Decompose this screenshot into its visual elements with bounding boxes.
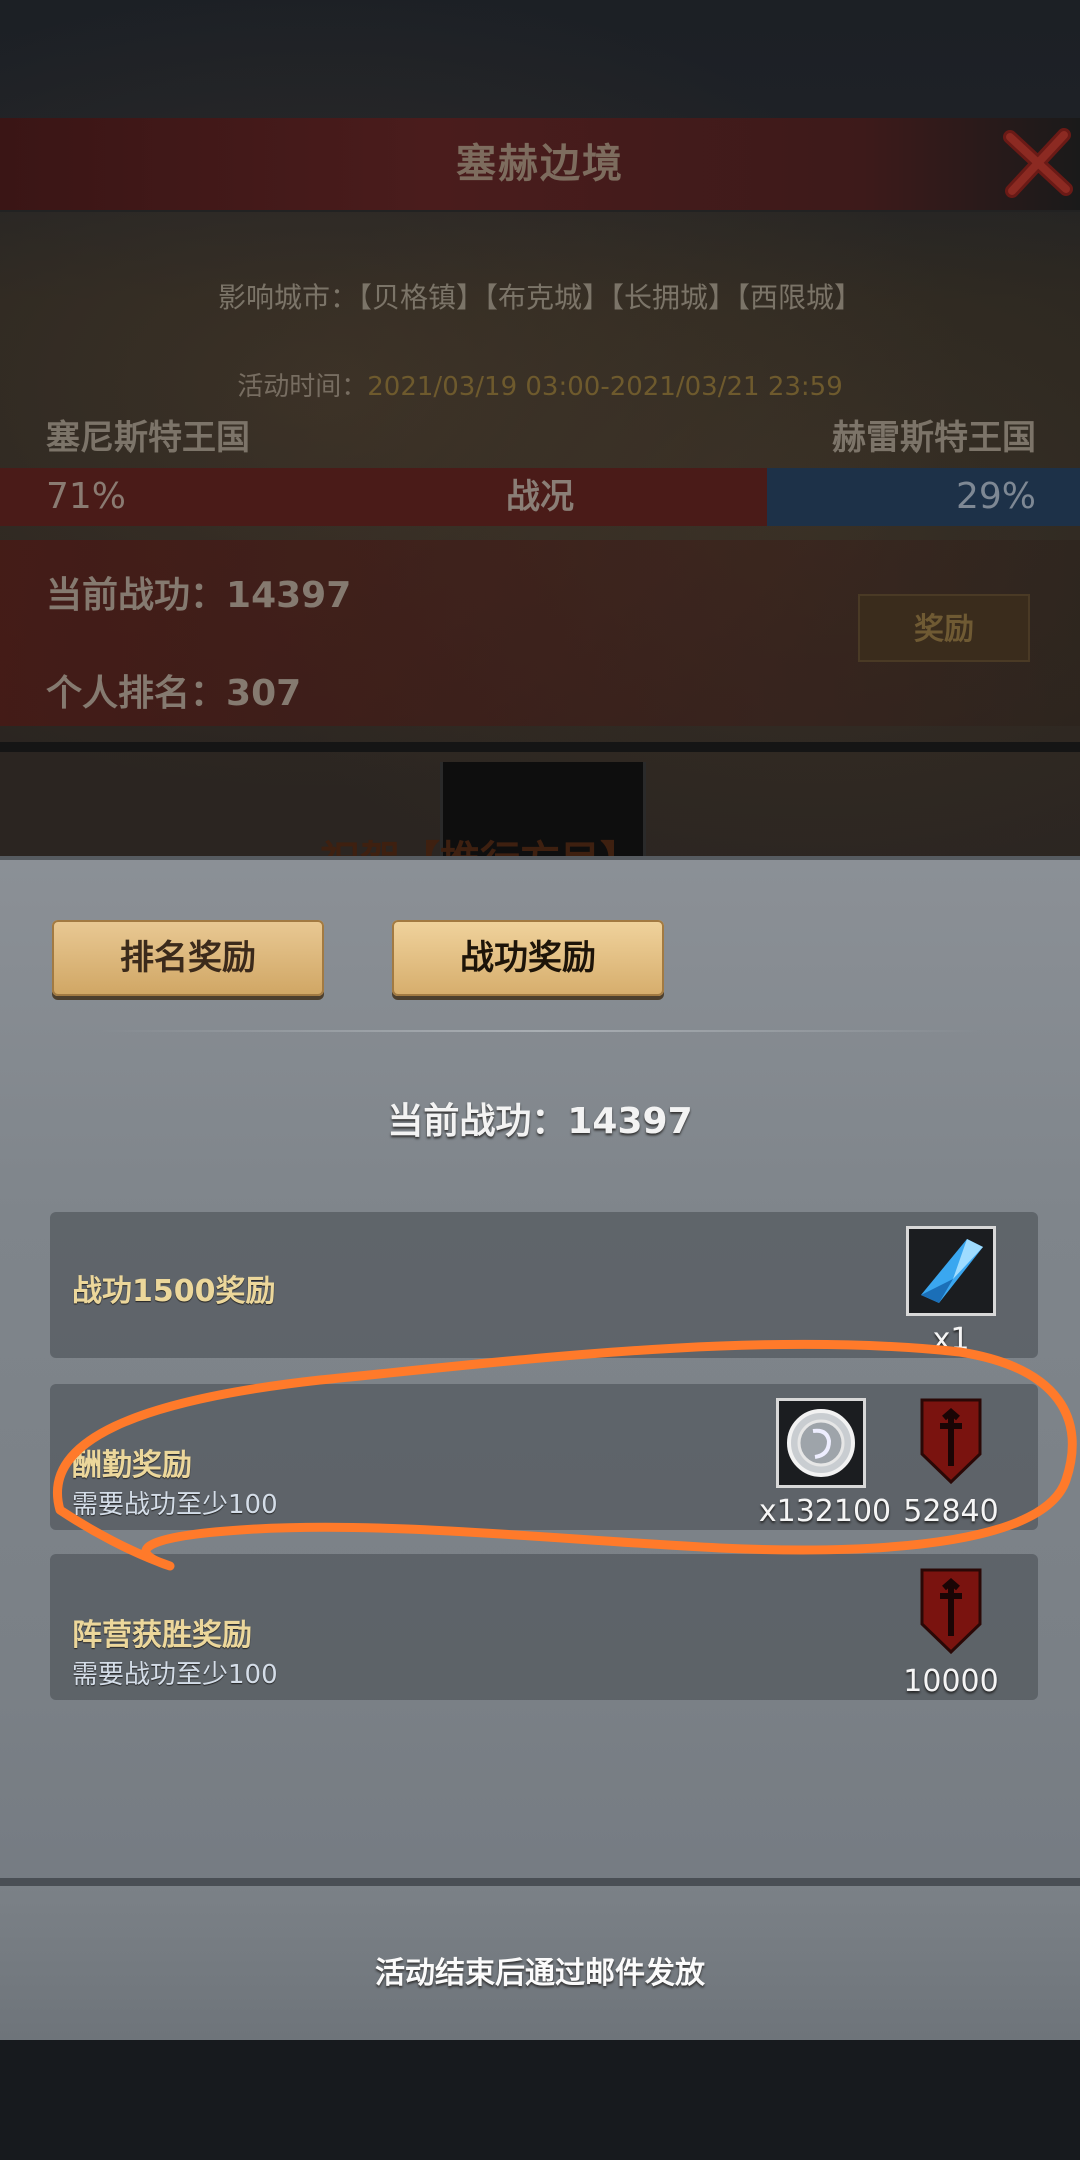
affected-cities: 影响城市：【贝格镇】【布克城】【长拥城】【西限城】 — [0, 276, 1080, 316]
reward-title: 阵营获胜奖励 — [72, 1618, 252, 1653]
tab-rank-rewards[interactable]: 排名奖励 — [52, 920, 324, 996]
reward-row: 战功1500奖励 x1 — [50, 1212, 1038, 1358]
divider — [0, 742, 1080, 752]
rank-label: 个人排名： — [46, 673, 227, 714]
reward-requirement: 需要战功至少100 — [72, 1660, 278, 1690]
page-title: 塞赫边境 — [456, 141, 624, 187]
current-merit-bg: 当前战功：14397 — [46, 566, 351, 618]
footer-divider — [0, 1878, 1080, 1886]
cities-label: 影响城市： — [217, 281, 358, 314]
reward-button[interactable]: 奖励 — [858, 594, 1030, 662]
reward-row: 阵营获胜奖励 需要战功至少100 10000 — [50, 1554, 1038, 1700]
item-qty: 52840 — [903, 1494, 999, 1529]
footer-note: 活动结束后通过邮件发放 — [375, 1956, 705, 1991]
item-qty: 10000 — [903, 1664, 999, 1699]
item-qty: x1 — [932, 1322, 970, 1357]
reward-title: 战功1500奖励 — [72, 1274, 276, 1309]
red-shield-icon[interactable] — [916, 1566, 986, 1656]
merit-value: 14397 — [226, 575, 352, 616]
personal-rank: 个人排名：307 — [46, 664, 301, 716]
current-merit: 当前战功：14397 — [387, 1101, 693, 1142]
merit-label: 当前战功： — [46, 575, 227, 616]
blue-crystal-icon[interactable] — [906, 1226, 996, 1316]
reward-row: 酬勤奖励 需要战功至少100 x132100 52840 — [50, 1384, 1038, 1530]
reward-title: 酬勤奖励 — [72, 1448, 192, 1483]
close-icon[interactable] — [1000, 125, 1076, 201]
red-shield-icon[interactable] — [916, 1396, 986, 1486]
tab-separator — [100, 1030, 980, 1032]
silver-coin-icon[interactable] — [776, 1398, 866, 1488]
cities-value: 【贝格镇】【布克城】【长拥城】【西限城】 — [358, 281, 863, 314]
reward-requirement: 需要战功至少100 — [72, 1490, 278, 1520]
item-qty: x132100 — [758, 1494, 892, 1529]
right-percent: 29% — [955, 476, 1036, 517]
time-value: 2021/03/19 03:00-2021/03/21 23:59 — [367, 372, 843, 402]
battle-status-label: 战况 — [506, 477, 574, 517]
time-label: 活动时间： — [237, 372, 368, 402]
tab-merit-rewards[interactable]: 战功奖励 — [392, 920, 664, 996]
rank-value: 307 — [226, 673, 302, 714]
right-kingdom-name: 赫雷斯特王国 — [832, 418, 1036, 458]
bottom-area — [0, 2040, 1080, 2160]
event-time: 活动时间：2021/03/19 03:00-2021/03/21 23:59 — [0, 366, 1080, 403]
left-kingdom-name: 塞尼斯特王国 — [46, 418, 250, 458]
